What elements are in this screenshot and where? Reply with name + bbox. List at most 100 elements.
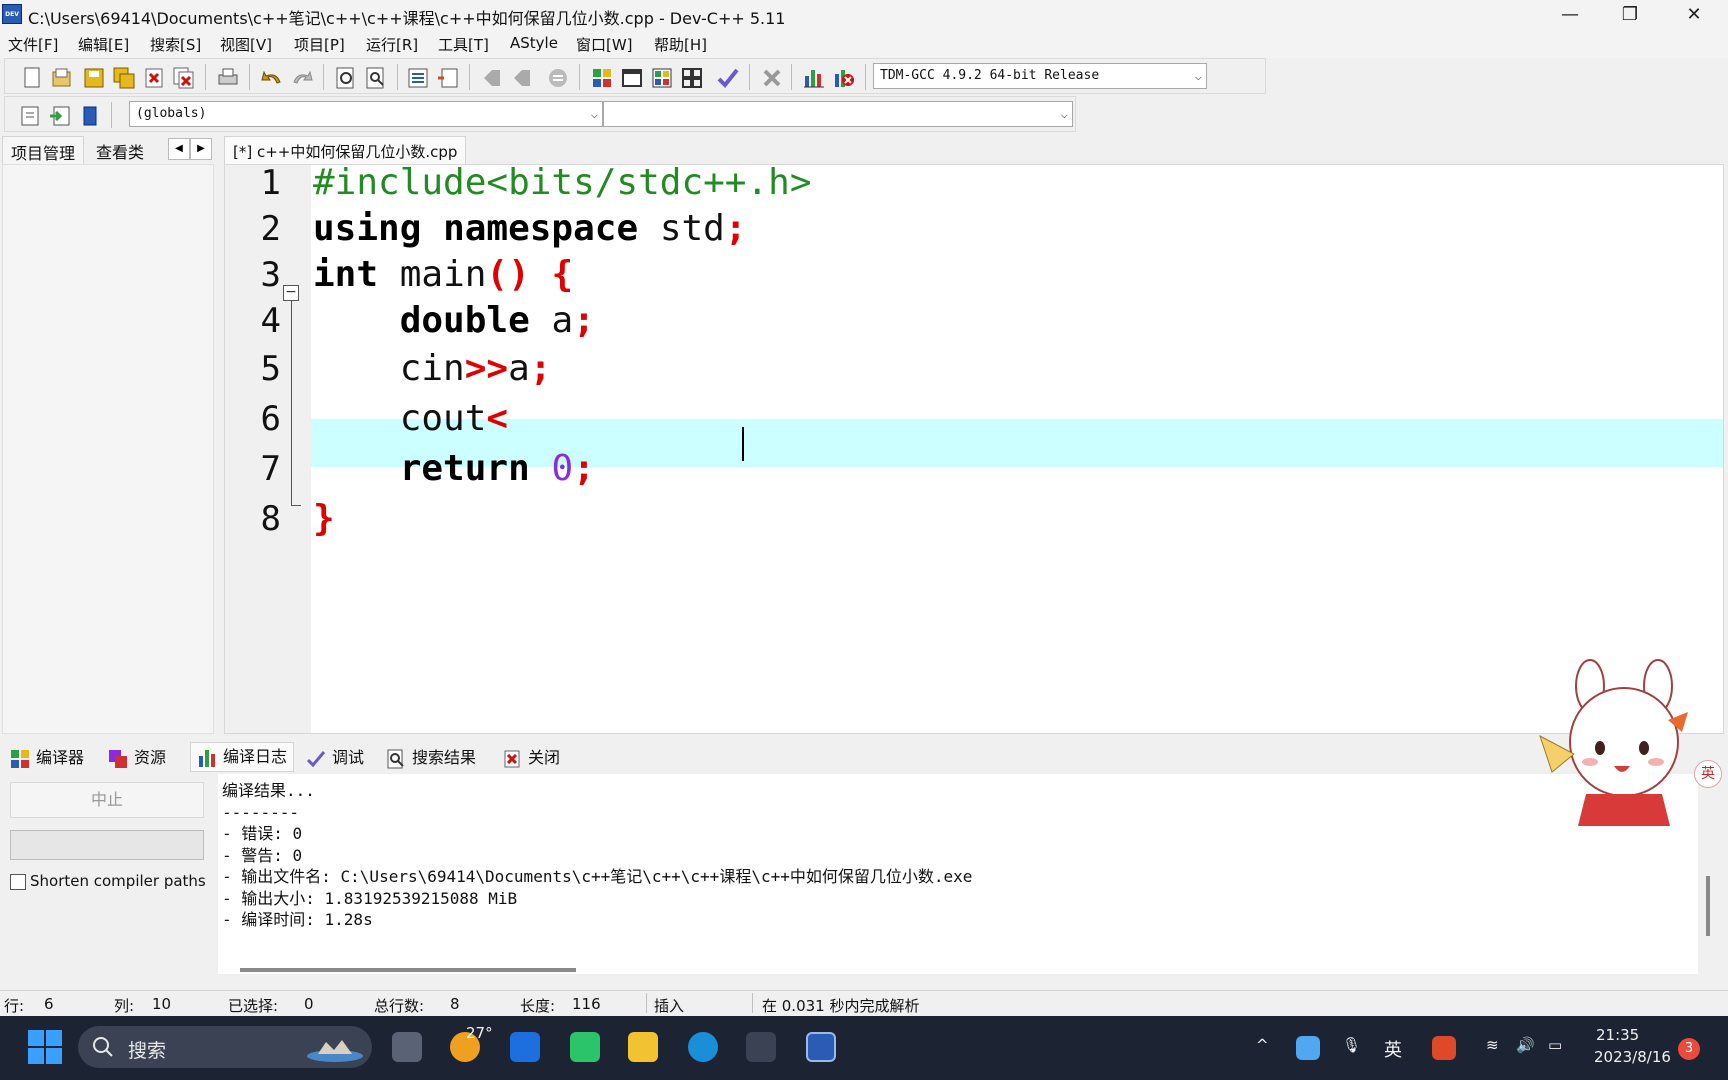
taskbar-search[interactable]: 搜索 <box>78 1026 372 1068</box>
ime-indicator[interactable]: 英 <box>1384 1036 1402 1062</box>
code-editor[interactable]: 1 2 3 4 5 6 7 8 − #include<bits/stdc++.h… <box>224 164 1724 734</box>
undo-icon[interactable] <box>259 65 283 89</box>
tab-class-browser[interactable]: 查看类 <box>88 136 152 166</box>
lenovo-app-icon[interactable] <box>510 1032 540 1062</box>
stop-button[interactable]: 中止 <box>10 782 204 818</box>
find-icon[interactable] <box>333 65 357 89</box>
menu-astyle[interactable]: AStyle <box>510 34 558 52</box>
task-view-icon[interactable] <box>392 1032 422 1062</box>
delete-profile-icon[interactable] <box>831 65 855 89</box>
tab-debug[interactable]: 调试 <box>306 744 364 770</box>
fold-guide <box>291 301 292 505</box>
close-button[interactable]: ✕ <box>1664 0 1724 30</box>
code-line: cin>>a; <box>399 348 552 389</box>
toggle-bookmark-icon[interactable] <box>479 65 503 89</box>
menu-search[interactable]: 搜索[S] <box>150 34 201 55</box>
menu-file[interactable]: 文件[F] <box>8 34 58 55</box>
menu-help[interactable]: 帮助[H] <box>654 34 707 55</box>
indent-icon[interactable] <box>405 65 429 89</box>
restore-button[interactable]: ❐ <box>1600 0 1660 30</box>
battery-icon[interactable]: ▭ <box>1548 1036 1562 1054</box>
fold-guide-end <box>291 505 301 506</box>
unindent-icon[interactable] <box>435 65 459 89</box>
tab-close[interactable]: 关闭 <box>502 744 560 770</box>
tray-app-icon[interactable] <box>1296 1036 1320 1060</box>
compile-log-chart-icon <box>199 749 215 767</box>
log-horizontal-scrollbar[interactable] <box>240 968 576 972</box>
save-icon[interactable] <box>81 65 105 89</box>
compile-log[interactable]: 编译结果... -------- - 错误: 0 - 警告: 0 - 输出文件名… <box>218 774 1698 974</box>
wifi-icon[interactable]: ≋ <box>1486 1036 1499 1054</box>
menu-bar: 文件[F] 编辑[E] 搜索[S] 视图[V] 项目[P] 运行[R] 工具[T… <box>0 30 1728 58</box>
menu-run[interactable]: 运行[R] <box>366 34 418 55</box>
goto-line-icon[interactable] <box>47 103 71 127</box>
file-explorer-icon[interactable] <box>628 1032 658 1062</box>
close-file-icon[interactable] <box>141 65 165 89</box>
replace-icon[interactable] <box>363 65 387 89</box>
insert-icon[interactable] <box>17 103 41 127</box>
status-total-lines-value: 8 <box>450 995 460 1013</box>
tab-resources[interactable]: 资源 <box>108 744 166 770</box>
goto-bookmark-icon[interactable] <box>509 65 533 89</box>
tab-scroll-left-icon[interactable]: ◀ <box>168 138 190 160</box>
close-all-icon[interactable] <box>171 65 195 89</box>
chat-app-icon[interactable] <box>570 1032 600 1062</box>
stop-execution-icon[interactable] <box>759 65 783 89</box>
assistant-app-icon[interactable] <box>746 1032 776 1062</box>
ime-mode-bubble[interactable]: 英 <box>1694 760 1722 788</box>
edge-browser-icon[interactable] <box>688 1032 718 1062</box>
compile-controls: 中止 Shorten compiler paths <box>0 772 216 984</box>
tab-compile-log[interactable]: 编译日志 <box>190 742 295 772</box>
devcpp-taskbar-icon[interactable] <box>806 1032 836 1062</box>
tab-scroll-right-icon[interactable]: ▶ <box>190 138 212 160</box>
menu-project[interactable]: 项目[P] <box>294 34 345 55</box>
shorten-paths-checkbox[interactable] <box>10 873 26 890</box>
microphone-icon[interactable]: 🎙 <box>1342 1036 1361 1054</box>
log-vertical-scrollbar[interactable] <box>1706 876 1710 936</box>
redo-icon[interactable] <box>289 65 313 89</box>
menu-window[interactable]: 窗口[W] <box>576 34 633 55</box>
project-panel <box>2 164 214 734</box>
bookmark-icon[interactable] <box>77 103 101 127</box>
notification-badge[interactable]: 3 <box>1678 1038 1700 1060</box>
windows-start-icon[interactable] <box>28 1030 62 1064</box>
sogou-ime-icon[interactable] <box>1432 1036 1456 1060</box>
editor-tab[interactable]: [*] c++中如何保留几位小数.cpp <box>224 136 467 164</box>
clock-time[interactable]: 21:35 <box>1596 1026 1639 1044</box>
compile-icon[interactable] <box>589 65 613 89</box>
app-icon: DEV <box>2 4 22 24</box>
save-all-icon[interactable] <box>111 65 135 89</box>
tab-search-results[interactable]: 搜索结果 <box>386 744 476 770</box>
syntax-check-icon[interactable] <box>715 65 739 89</box>
tab-compiler[interactable]: 编译器 <box>10 744 84 770</box>
rebuild-icon[interactable] <box>679 65 703 89</box>
menu-view[interactable]: 视图[V] <box>220 34 272 55</box>
status-selected-value: 0 <box>304 995 314 1013</box>
status-row-value: 6 <box>44 995 54 1013</box>
scope-select[interactable]: (globals) ⌵ <box>129 101 603 127</box>
compiler-select[interactable]: TDM-GCC 4.9.2 64-bit Release ⌵ <box>873 63 1207 89</box>
class-toolbar: (globals) ⌵ ⌵ <box>4 96 1076 132</box>
menu-edit[interactable]: 编辑[E] <box>78 34 129 55</box>
fold-collapse-icon[interactable]: − <box>283 285 299 301</box>
open-file-icon[interactable] <box>49 65 73 89</box>
compile-run-icon[interactable] <box>649 65 673 89</box>
menu-tools[interactable]: 工具[T] <box>438 34 489 55</box>
status-length-label: 长度: <box>520 997 556 1015</box>
print-icon[interactable] <box>215 65 239 89</box>
clock-date[interactable]: 2023/8/16 <box>1594 1048 1671 1066</box>
shorten-paths-row: Shorten compiler paths <box>10 872 206 890</box>
function-select[interactable]: ⌵ <box>603 101 1073 127</box>
code-line: using namespace std; <box>313 208 747 249</box>
chevron-up-icon[interactable]: ^ <box>1256 1036 1269 1054</box>
profile-chart-icon[interactable] <box>801 65 825 89</box>
comment-icon[interactable] <box>545 65 569 89</box>
minimize-button[interactable]: — <box>1540 0 1600 30</box>
ime-mascot-image[interactable] <box>1530 656 1710 826</box>
search-label: 搜索 <box>128 1040 167 1062</box>
close-panel-icon <box>504 750 520 767</box>
tab-project[interactable]: 项目管理 <box>2 136 85 167</box>
run-icon[interactable] <box>619 65 643 89</box>
volume-icon[interactable]: 🔊 <box>1516 1036 1535 1054</box>
new-file-icon[interactable] <box>19 65 43 89</box>
